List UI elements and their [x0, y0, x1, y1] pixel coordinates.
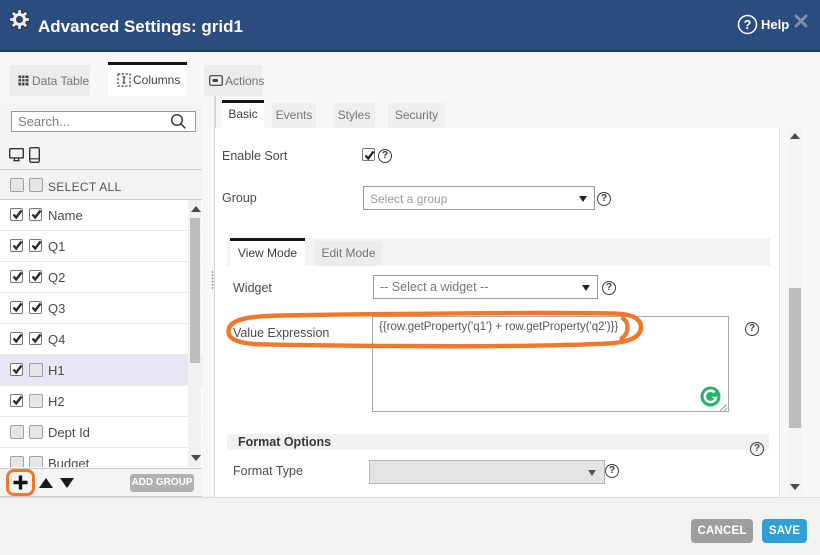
svg-text:?: ?: [744, 18, 752, 32]
